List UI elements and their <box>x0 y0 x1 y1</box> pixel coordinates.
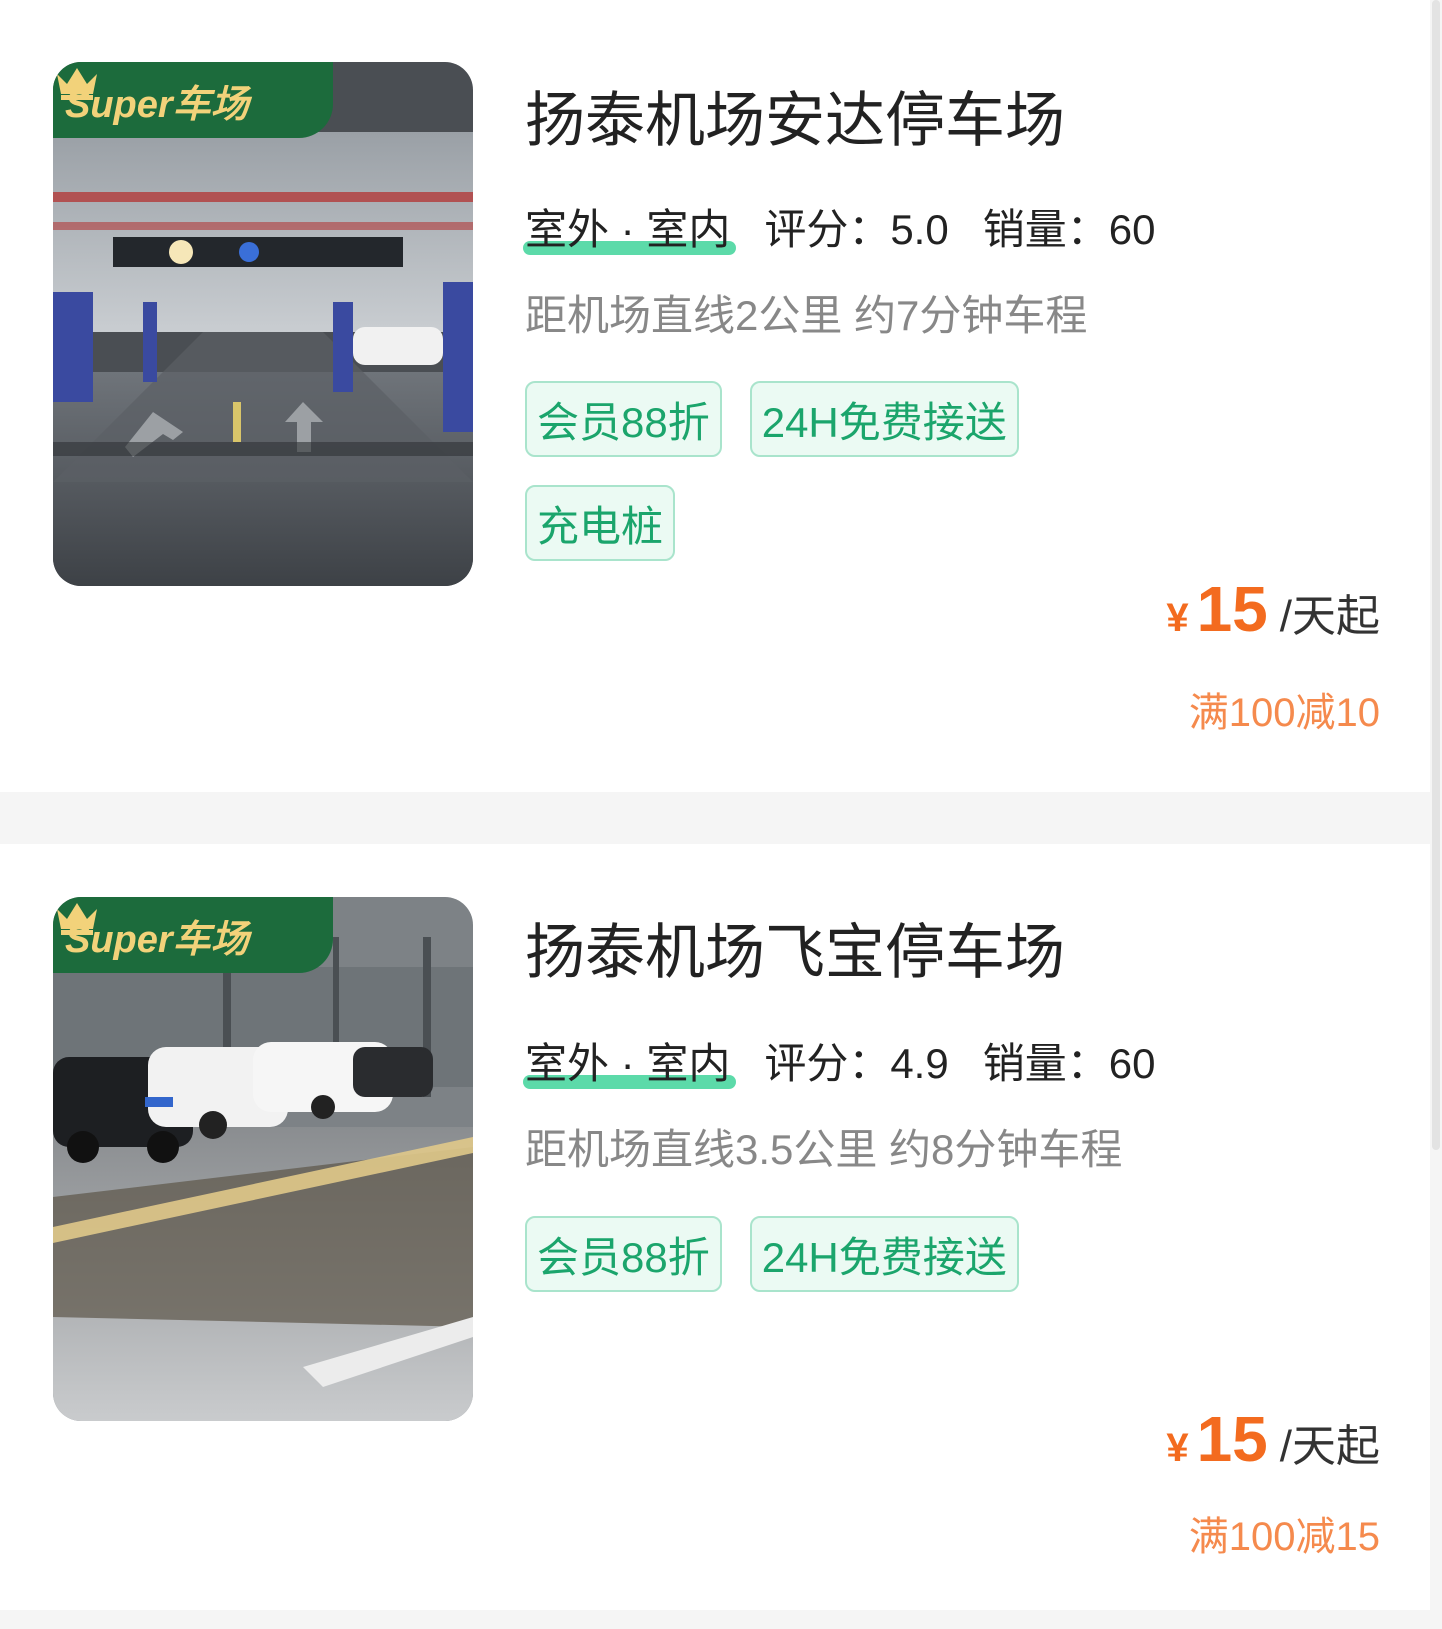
price: ¥ 15 /天起 <box>1166 572 1380 646</box>
scrollbar[interactable] <box>1432 0 1440 1150</box>
garage-photo-image <box>53 62 473 586</box>
feature-tags: 会员88折 24H免费接送 <box>525 1216 1085 1292</box>
super-parking-badge: Super车场 <box>53 62 333 138</box>
crown-icon <box>57 68 97 100</box>
lot-photo-image <box>53 897 473 1421</box>
tag-member-discount: 会员88折 <box>525 381 722 457</box>
tag-member-discount: 会员88折 <box>525 1216 722 1292</box>
sales-text: 销量：60 <box>982 206 1156 253</box>
feature-tags: 会员88折 24H免费接送 充电桩 <box>525 381 1085 561</box>
rating-text: 评分：4.9 <box>764 1040 949 1087</box>
tag-shuttle: 24H免费接送 <box>749 1216 1019 1292</box>
promo-text: 满100减15 <box>1188 1515 1380 1559</box>
crown-icon <box>57 903 97 935</box>
price-amount: 15 <box>1196 1403 1268 1475</box>
parking-type: 室外 · 室内 <box>523 196 737 257</box>
currency-symbol: ¥ <box>1166 596 1189 640</box>
sales-text: 销量：60 <box>982 1040 1156 1087</box>
parking-photo[interactable]: Super车场 <box>53 62 473 586</box>
parking-meta: 室外 · 室内 评分：4.9 销量：60 <box>523 1030 1156 1091</box>
promo-text: 满100减10 <box>1188 691 1380 735</box>
parking-photo[interactable]: Super车场 <box>53 897 473 1421</box>
tag-shuttle: 24H免费接送 <box>749 381 1019 457</box>
parking-list-page: Super车场 扬泰机场安达停车场 室外 · 室内 评分：5.0 销量：60 距… <box>0 0 1442 1629</box>
parking-meta: 室外 · 室内 评分：5.0 销量：60 <box>523 196 1156 257</box>
tag-charging: 充电桩 <box>525 485 676 561</box>
parking-card[interactable]: Super车场 扬泰机场安达停车场 室外 · 室内 评分：5.0 销量：60 距… <box>0 0 1430 792</box>
parking-type: 室外 · 室内 <box>523 1030 737 1091</box>
parking-name[interactable]: 扬泰机场飞宝停车场 <box>525 904 1065 991</box>
currency-symbol: ¥ <box>1166 1426 1189 1470</box>
distance-text: 距机场直线2公里 约7分钟车程 <box>525 292 1088 339</box>
price-unit: /天起 <box>1279 592 1380 641</box>
distance-text: 距机场直线3.5公里 约8分钟车程 <box>525 1126 1123 1173</box>
super-parking-badge: Super车场 <box>53 897 333 973</box>
parking-card[interactable]: Super车场 扬泰机场飞宝停车场 室外 · 室内 评分：4.9 销量：60 距… <box>0 844 1430 1610</box>
parking-name[interactable]: 扬泰机场安达停车场 <box>525 72 1065 159</box>
price: ¥ 15 /天起 <box>1166 1402 1380 1476</box>
price-amount: 15 <box>1196 573 1268 645</box>
price-unit: /天起 <box>1279 1422 1380 1471</box>
rating-text: 评分：5.0 <box>764 206 949 253</box>
